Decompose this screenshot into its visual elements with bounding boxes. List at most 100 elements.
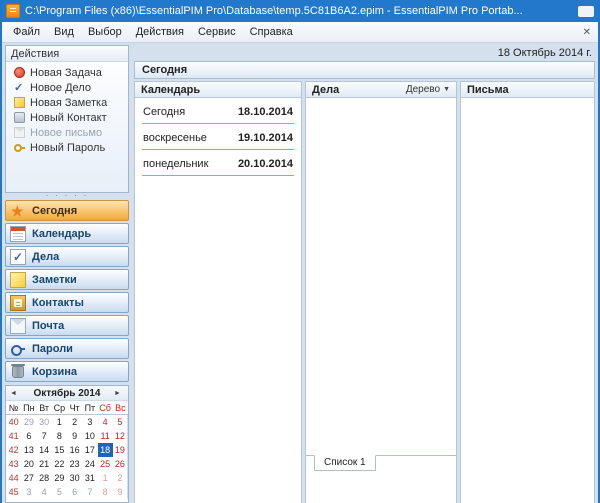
nav-icon	[10, 272, 26, 288]
calendar-day-cell[interactable]: 24	[82, 457, 97, 471]
calendar-day-cell[interactable]: 17	[82, 443, 97, 457]
menu-item[interactable]: Сервис	[191, 24, 243, 40]
window-controls[interactable]	[578, 6, 594, 17]
action-label: Новая Задача	[30, 67, 102, 79]
nav-button[interactable]: Контакты	[5, 292, 129, 313]
weekday-header-cell: Чт	[67, 401, 82, 415]
menu-item[interactable]: Выбор	[81, 24, 129, 40]
weekday-header-cell: Пт	[82, 401, 97, 415]
list-tab[interactable]: Список 1	[314, 455, 376, 471]
calendar-day-cell[interactable]: 19	[113, 443, 128, 457]
calendar-day-cell[interactable]: 21	[37, 457, 52, 471]
nav-label: Заметки	[32, 274, 77, 286]
calendar-day-cell[interactable]: 30	[37, 415, 52, 429]
calendar-day-cell[interactable]: 29	[21, 415, 36, 429]
calendar-day-cell[interactable]: 10	[82, 429, 97, 443]
calendar-day-cell[interactable]: 3	[21, 485, 36, 499]
calendar-day-cell[interactable]: 28	[37, 471, 52, 485]
calendar-day-cell[interactable]: 13	[21, 443, 36, 457]
action-item[interactable]: Новое Дело	[6, 80, 128, 95]
nav-button[interactable]: Заметки	[5, 269, 129, 290]
action-item[interactable]: Новая Заметка	[6, 95, 128, 110]
app-icon	[6, 4, 20, 18]
module-nav: Сегодня Календарь Дела Заметки	[5, 200, 129, 382]
action-item[interactable]: Новое письмо	[6, 125, 128, 140]
calendar-day-cell[interactable]: 27	[21, 471, 36, 485]
action-icon	[14, 67, 25, 78]
calendar-entry[interactable]: Сегодня 18.10.2014	[135, 98, 301, 124]
calendar-day-cell[interactable]: 8	[52, 429, 67, 443]
calendar-day-cell[interactable]: 22	[52, 457, 67, 471]
calendar-day-cell[interactable]: 6	[21, 429, 36, 443]
calendar-day-cell[interactable]: 9	[67, 429, 82, 443]
entry-date-label: 20.10.2014	[238, 158, 293, 170]
menu-item[interactable]: Вид	[47, 24, 81, 40]
window-body: Действия Новая Задача Новое Дело	[2, 43, 598, 503]
menu-close-icon[interactable]: ✕	[576, 27, 598, 38]
nav-icon	[12, 366, 24, 378]
calendar-day-cell[interactable]: 11	[98, 429, 113, 443]
calendar-day-cell[interactable]: 4	[37, 485, 52, 499]
tree-view-dropdown[interactable]: Дерево ▼	[406, 84, 450, 95]
calendar-day-cell[interactable]: 23	[67, 457, 82, 471]
calendar-day-cell[interactable]: 5	[113, 415, 128, 429]
calendar-day-cell[interactable]: 16	[67, 443, 82, 457]
next-month-button[interactable]: ►	[114, 390, 124, 397]
tree-view-label: Дерево	[406, 84, 440, 95]
calendar-day-cell[interactable]: 9	[113, 485, 128, 499]
nav-button[interactable]: Сегодня	[5, 200, 129, 221]
calendar-day-cell[interactable]: 7	[82, 485, 97, 499]
weekday-header-cell: Вт	[37, 401, 52, 415]
calendar-day-cell[interactable]: 44	[6, 471, 21, 485]
calendar-day-cell[interactable]: 6	[67, 485, 82, 499]
nav-button[interactable]: Пароли	[5, 338, 129, 359]
chevron-down-icon: ▼	[443, 86, 450, 93]
calendar-day-cell[interactable]: 40	[6, 415, 21, 429]
prev-month-button[interactable]: ◄	[10, 390, 20, 397]
mini-calendar: ◄ Октябрь 2014 ► № Пн Вт Ср Чт	[5, 385, 129, 503]
actions-panel: Действия Новая Задача Новое Дело	[5, 45, 129, 193]
calendar-day-cell[interactable]: 2	[113, 471, 128, 485]
calendar-day-cell[interactable]: 42	[6, 443, 21, 457]
nav-icon	[10, 341, 26, 357]
action-item[interactable]: Новый Контакт	[6, 110, 128, 125]
calendar-day-cell[interactable]: 41	[6, 429, 21, 443]
entry-day-label: Сегодня	[143, 106, 185, 118]
calendar-day-cell[interactable]: 12	[113, 429, 128, 443]
calendar-day-cell[interactable]: 1	[52, 415, 67, 429]
calendar-day-cell[interactable]: 45	[6, 485, 21, 499]
nav-button[interactable]: Корзина	[5, 361, 129, 382]
window-title: C:\Program Files (x86)\EssentialPIM Pro\…	[25, 5, 574, 17]
calendar-day-cell[interactable]: 1	[98, 471, 113, 485]
calendar-day-cell[interactable]: 8	[98, 485, 113, 499]
calendar-day-cell[interactable]: 14	[37, 443, 52, 457]
calendar-entry[interactable]: понедельник 20.10.2014	[135, 150, 301, 176]
menu-item[interactable]: Справка	[243, 24, 300, 40]
calendar-day-cell[interactable]: 31	[82, 471, 97, 485]
calendar-day-cell[interactable]: 5	[52, 485, 67, 499]
weekday-header-cell: Ср	[52, 401, 67, 415]
nav-button[interactable]: Календарь	[5, 223, 129, 244]
nav-button[interactable]: Почта	[5, 315, 129, 336]
calendar-day-cell[interactable]: 43	[6, 457, 21, 471]
action-item[interactable]: Новый Пароль	[6, 140, 128, 155]
nav-button[interactable]: Дела	[5, 246, 129, 267]
menu-item[interactable]: Действия	[129, 24, 191, 40]
tasks-column-footer	[306, 471, 456, 503]
calendar-day-cell[interactable]: 3	[82, 415, 97, 429]
calendar-day-cell[interactable]: 26	[113, 457, 128, 471]
calendar-day-cell[interactable]: 29	[52, 471, 67, 485]
action-item[interactable]: Новая Задача	[6, 65, 128, 80]
calendar-day-cell[interactable]: 2	[67, 415, 82, 429]
calendar-day-cell[interactable]: 15	[52, 443, 67, 457]
calendar-day-cell[interactable]: 30	[67, 471, 82, 485]
calendar-day-cell[interactable]: 18	[98, 443, 113, 457]
calendar-entry[interactable]: воскресенье 19.10.2014	[135, 124, 301, 150]
tasks-column: Дела Дерево ▼ Список 1	[305, 81, 457, 503]
calendar-day-cell[interactable]: 4	[98, 415, 113, 429]
calendar-day-cell[interactable]: 20	[21, 457, 36, 471]
menu-item[interactable]: Файл	[6, 24, 47, 40]
calendar-day-cell[interactable]: 25	[98, 457, 113, 471]
calendar-day-cell[interactable]: 7	[37, 429, 52, 443]
splitter-handle[interactable]	[5, 193, 129, 200]
